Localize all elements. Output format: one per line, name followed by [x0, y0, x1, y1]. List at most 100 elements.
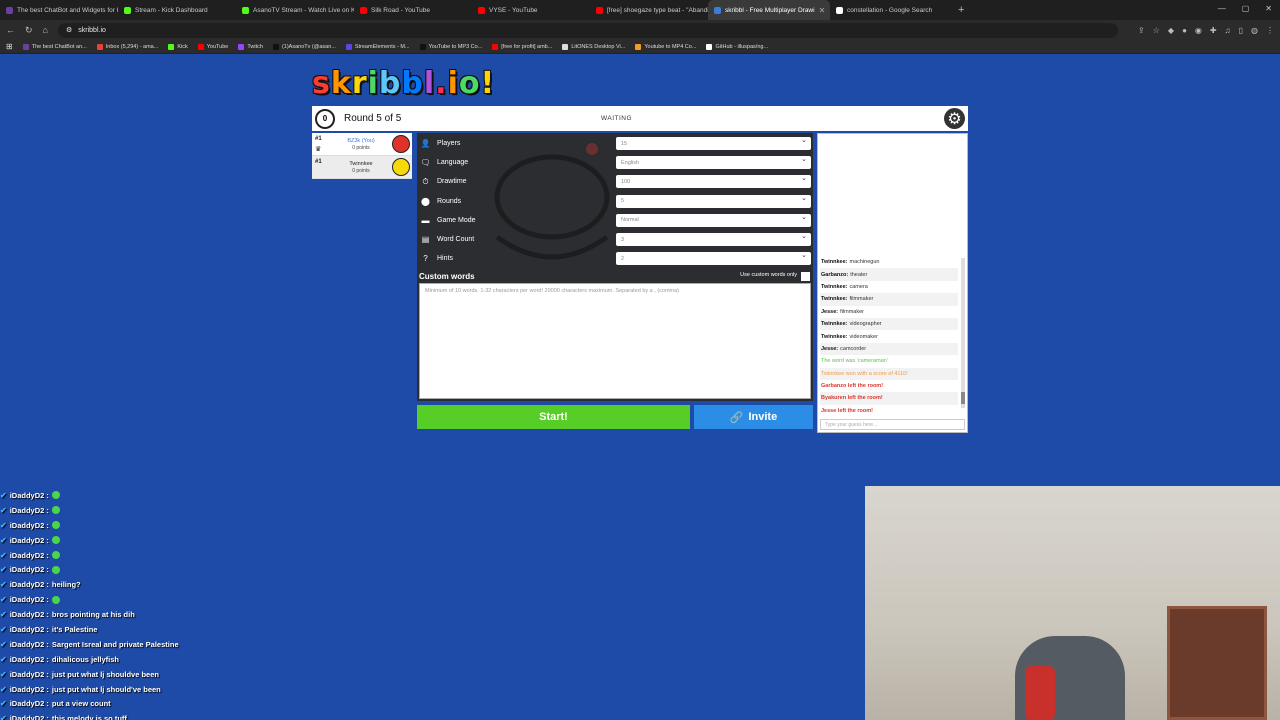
bookmark-item[interactable]: StreamElements - M...	[345, 43, 410, 50]
bookmark-item[interactable]: Inbox (5,294) - ama...	[96, 43, 158, 50]
extension-icon[interactable]: ◆	[1168, 26, 1174, 35]
custom-words-title: Custom words	[419, 272, 475, 281]
bookmark-favicon-icon	[168, 43, 175, 50]
webcam-door	[1167, 606, 1267, 720]
chat-author: Jesse:	[821, 345, 839, 352]
extensions-puzzle-icon[interactable]: ✚	[1210, 26, 1217, 35]
overlay-chat-line: ✔ iDaddyD2 : just put what lj should've be…	[0, 682, 230, 697]
extension-icon[interactable]: ●	[1182, 26, 1187, 35]
browser-tab[interactable]: The best ChatBot and Widgets for K	[0, 0, 118, 20]
overlay-chat-text: Sargent Isreal and private Palestine	[51, 639, 179, 649]
setting-row: ⬤ Rounds 5	[417, 192, 813, 211]
player-points: 0 points	[352, 145, 370, 151]
extension-icon[interactable]: ◉	[1195, 26, 1202, 35]
new-tab-button[interactable]: +	[958, 4, 964, 16]
bookmark-item[interactable]: Youtube to MP4 Co...	[635, 43, 696, 50]
sidebar-icon[interactable]: ▯	[1239, 26, 1243, 35]
bookmark-item[interactable]: GitHub - illuspas/ng...	[706, 43, 768, 50]
chat-message: Garbanzo left the room!	[820, 380, 958, 392]
bookmark-star-icon[interactable]: ☆	[1153, 26, 1160, 35]
bookmark-item[interactable]: [free for profit] amb...	[492, 43, 552, 50]
overlay-chat-user: iDaddyD2 :	[9, 520, 49, 530]
window-controls: — ▢ ✕	[1218, 4, 1272, 13]
setting-select[interactable]: 100	[616, 174, 811, 189]
setting-select[interactable]: 15	[616, 136, 811, 150]
back-icon[interactable]: ←	[6, 25, 15, 35]
tab-title: Silk Road - YouTube	[371, 6, 431, 14]
tab-title: VYSE - YouTube	[489, 6, 538, 14]
reload-icon[interactable]: ↻	[25, 25, 33, 36]
chat-author: Twinnkee:	[821, 333, 848, 340]
verified-check-icon: ✔	[0, 610, 7, 620]
custom-words-only-checkbox[interactable]	[801, 272, 810, 281]
bookmark-item[interactable]: The best ChatBot an...	[22, 43, 87, 50]
player-card[interactable]: #1 Twinnkee 0 points	[312, 156, 412, 179]
overlay-chat-user: iDaddyD2 :	[9, 684, 49, 694]
browser-tab[interactable]: Silk Road - YouTube	[354, 0, 472, 20]
browser-tab[interactable]: [free] shoegaze type beat - "Abandi	[590, 0, 708, 20]
maximize-button[interactable]: ▢	[1242, 4, 1250, 13]
setting-select[interactable]: Normal	[616, 213, 811, 227]
chat-message: Byakuren left the room!	[820, 392, 958, 405]
chat-author: Jesse:	[821, 308, 839, 315]
setting-select[interactable]: 2	[616, 251, 811, 266]
chat-message: Twinnkee: camera	[820, 281, 958, 293]
setting-select[interactable]: 3	[616, 232, 811, 246]
bookmark-label: StreamElements - M...	[354, 43, 410, 50]
player-card[interactable]: #1 ♛ BZ3k (You) 0 points	[312, 133, 412, 156]
overlay-chat-text: bros pointing at his dih	[51, 610, 135, 620]
player-list: #1 ♛ BZ3k (You) 0 points #1 Twinnkee 0 points	[312, 133, 412, 179]
bookmark-item[interactable]: Twitch	[238, 43, 263, 50]
bookmark-item[interactable]: LitONES Desktop Vi...	[562, 43, 625, 50]
setting-row: ? Hints 2	[417, 249, 813, 268]
profile-icon[interactable]: ◍	[1251, 26, 1258, 35]
custom-words-textarea[interactable]: Minimum of 10 words. 1-32 characters per…	[419, 283, 811, 399]
close-tab-icon[interactable]: ✕	[819, 6, 826, 15]
browser-tab[interactable]: skribbl - Free Multiplayer Drawi ✕	[708, 0, 830, 20]
start-button[interactable]: Start!	[417, 405, 690, 429]
setting-icon: ⬤	[421, 196, 430, 206]
browser-tab[interactable]: constellation - Google Search	[830, 0, 948, 20]
settings-gear-button[interactable]: ⚙	[944, 108, 965, 129]
overlay-chat-line: ✔ iDaddyD2 : this melody is so tuff	[0, 711, 230, 720]
share-icon[interactable]: ⇪	[1138, 26, 1145, 35]
chat-message: The word was 'cameraman'	[820, 355, 958, 367]
guess-input[interactable]: Type your guess here...	[820, 419, 965, 430]
browser-tab[interactable]: Stream - Kick Dashboard	[118, 0, 236, 20]
bookmark-item[interactable]: (1)AsanoTv (@asan...	[272, 43, 336, 50]
browser-tab[interactable]: VYSE - YouTube	[472, 0, 590, 20]
overlay-chat-user: iDaddyD2 :	[9, 654, 49, 664]
overlay-chat-line: ✔ iDaddyD2 :	[0, 548, 230, 563]
bookmark-favicon-icon	[562, 43, 569, 50]
browser-tab[interactable]: AsanoTV Stream - Watch Live on Kick	[236, 0, 354, 20]
url-field[interactable]: ⚙ skribbl.io	[57, 22, 1118, 38]
close-window-button[interactable]: ✕	[1265, 4, 1272, 13]
tab-title: [free] shoegaze type beat - "Abandi	[607, 6, 708, 14]
minimize-button[interactable]: —	[1218, 4, 1226, 13]
bookmark-item[interactable]: YouTube	[197, 43, 229, 50]
invite-button[interactable]: 🔗 Invite	[694, 405, 813, 429]
bookmark-item[interactable]: YouTube to MP3 Co...	[419, 43, 482, 50]
setting-select[interactable]: 5	[616, 194, 811, 208]
link-icon: 🔗	[729, 411, 744, 424]
setting-select[interactable]: English	[616, 155, 811, 170]
verified-check-icon: ✔	[0, 669, 7, 679]
site-info-icon[interactable]: ⚙	[66, 26, 72, 34]
home-icon[interactable]: ⌂	[43, 25, 48, 35]
setting-icon: ?	[423, 254, 428, 264]
menu-icon[interactable]: ⋮	[1266, 26, 1274, 35]
overlay-chat-user: iDaddyD2 :	[9, 624, 49, 634]
chat-text: theater	[850, 271, 868, 278]
emote-icon	[51, 521, 60, 530]
chat-text: Garbanzo left the room!	[821, 383, 884, 390]
bookmark-label: YouTube	[206, 43, 229, 50]
overlay-chat-user: iDaddyD2 :	[9, 669, 49, 679]
overlay-chat-user: iDaddyD2 :	[9, 490, 49, 500]
apps-grid-icon[interactable]: ⊞	[6, 42, 13, 51]
webcam-feed	[865, 486, 1280, 720]
chat-message: Twinnkee: videographer	[820, 317, 958, 331]
bookmark-item[interactable]: Kick	[168, 43, 188, 50]
player-rank: #1	[315, 159, 322, 165]
media-icon[interactable]: ♫	[1225, 26, 1231, 35]
chat-scrollbar[interactable]	[961, 258, 965, 408]
